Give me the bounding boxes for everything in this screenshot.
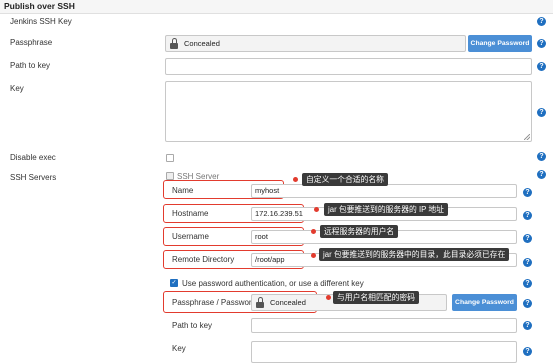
name-input[interactable]: myhost bbox=[251, 184, 517, 198]
server-path-to-key-input[interactable] bbox=[251, 318, 517, 333]
annotation-hostname: jar 包要推送到的服务器的 IP 地址 bbox=[324, 203, 448, 216]
change-password-button[interactable]: Change Password bbox=[468, 35, 532, 52]
help-icon[interactable]: ? bbox=[537, 152, 546, 161]
lock-icon bbox=[256, 297, 264, 308]
help-icon[interactable]: ? bbox=[523, 234, 532, 243]
change-password-button[interactable]: Change Password bbox=[452, 294, 517, 311]
help-icon[interactable]: ? bbox=[523, 188, 532, 197]
annotation-password: 与用户名相匹配的密码 bbox=[333, 291, 419, 304]
username-label: Username bbox=[172, 232, 209, 241]
path-to-key-input[interactable] bbox=[165, 58, 532, 75]
annotation-marker bbox=[293, 177, 298, 182]
passphrase-label: Passphrase bbox=[10, 38, 53, 47]
path-to-key-label: Path to key bbox=[10, 61, 51, 70]
passphrase-field[interactable]: Concealed bbox=[165, 35, 466, 52]
remote-directory-label: Remote Directory bbox=[172, 255, 235, 264]
help-icon[interactable]: ? bbox=[537, 62, 546, 71]
help-icon[interactable]: ? bbox=[537, 39, 546, 48]
section-title: Publish over SSH bbox=[4, 1, 75, 11]
lock-icon bbox=[170, 38, 178, 49]
help-icon[interactable]: ? bbox=[523, 211, 532, 220]
remote-directory-value: /root/app bbox=[255, 255, 285, 264]
hostname-value: 172.16.239.51 bbox=[255, 209, 303, 218]
help-icon[interactable]: ? bbox=[523, 321, 532, 330]
annotation-marker bbox=[311, 253, 316, 258]
ssh-server-toggle[interactable] bbox=[166, 172, 174, 180]
help-icon[interactable]: ? bbox=[537, 170, 546, 179]
annotation-name: 自定义一个合适的名称 bbox=[302, 173, 388, 186]
use-password-checkbox[interactable]: ✓ bbox=[170, 279, 178, 287]
resize-handle[interactable] bbox=[524, 134, 530, 140]
server-path-to-key-label: Path to key bbox=[172, 321, 213, 330]
server-key-label: Key bbox=[172, 344, 186, 353]
annotation-marker bbox=[311, 229, 316, 234]
name-label: Name bbox=[172, 186, 194, 195]
name-value: myhost bbox=[255, 186, 280, 195]
disable-exec-checkbox[interactable] bbox=[166, 154, 174, 162]
password-value: Concealed bbox=[270, 298, 306, 307]
use-password-label: Use password authentication, or use a di… bbox=[182, 279, 364, 288]
key-textarea[interactable] bbox=[165, 81, 532, 142]
help-icon[interactable]: ? bbox=[537, 17, 546, 26]
help-icon[interactable]: ? bbox=[537, 108, 546, 117]
password-label: Passphrase / Password bbox=[172, 298, 257, 307]
passphrase-value: Concealed bbox=[184, 39, 220, 48]
annotation-username: 远程服务器的用户名 bbox=[320, 225, 399, 238]
checkmark-icon: ✓ bbox=[171, 280, 177, 286]
key-label: Key bbox=[10, 84, 24, 93]
server-key-textarea[interactable] bbox=[251, 341, 517, 363]
jenkins-ssh-key-label: Jenkins SSH Key bbox=[10, 17, 72, 26]
help-icon[interactable]: ? bbox=[523, 258, 532, 267]
help-icon[interactable]: ? bbox=[523, 279, 532, 288]
ssh-servers-label: SSH Servers bbox=[10, 173, 57, 182]
annotation-marker bbox=[326, 295, 331, 300]
username-value: root bbox=[255, 232, 268, 241]
annotation-remote-directory: jar 包要推送到的服务器中的目录，此目录必须已存在 bbox=[319, 248, 510, 261]
section-header bbox=[0, 0, 553, 14]
help-icon[interactable]: ? bbox=[523, 299, 532, 308]
hostname-label: Hostname bbox=[172, 209, 209, 218]
help-icon[interactable]: ? bbox=[523, 347, 532, 356]
disable-exec-label: Disable exec bbox=[10, 153, 56, 162]
annotation-marker bbox=[314, 207, 319, 212]
